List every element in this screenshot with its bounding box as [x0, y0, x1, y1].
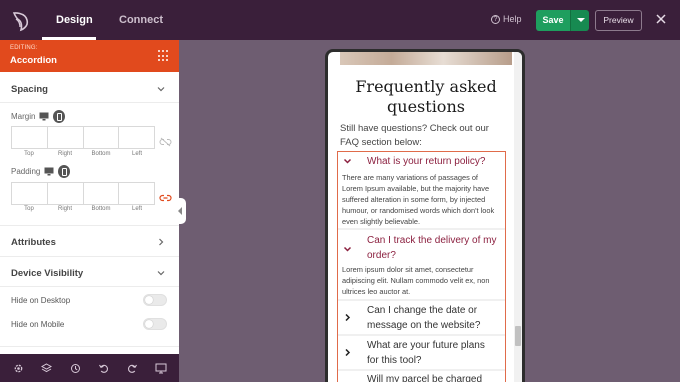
divider — [0, 286, 179, 287]
padding-left-input[interactable] — [119, 183, 154, 204]
divider — [0, 346, 179, 347]
editing-header: EDITING: Accordion — [0, 40, 179, 72]
chevron-down-icon[interactable] — [343, 158, 352, 165]
hide-mobile-toggle[interactable] — [143, 318, 167, 330]
chevron-down-icon[interactable] — [156, 268, 166, 278]
side-label-right: Right — [57, 151, 72, 157]
help-link[interactable]: ? Help — [491, 14, 522, 24]
preview-scrollbar[interactable] — [514, 52, 522, 382]
desktop-icon[interactable] — [44, 167, 54, 176]
desktop-preview-icon[interactable] — [155, 362, 167, 374]
hide-desktop-toggle[interactable] — [143, 294, 167, 306]
faq-question[interactable]: Will my parcel be charged — [367, 372, 503, 382]
side-label-top: Top — [24, 151, 34, 157]
margin-bottom-input[interactable] — [84, 127, 120, 148]
save-options-dropdown[interactable] — [570, 10, 589, 31]
top-bar: Design Connect ? Help Save Preview — [0, 0, 680, 40]
settings-icon[interactable] — [12, 362, 24, 374]
layers-icon[interactable] — [41, 362, 53, 374]
faq-question[interactable]: What is your return policy? — [367, 154, 497, 169]
settings-panel: EDITING: Accordion Spacing Margin Top Ri… — [0, 40, 179, 354]
hero-image — [340, 52, 512, 65]
bottom-toolbar — [0, 354, 179, 382]
close-icon[interactable] — [654, 12, 668, 26]
scrollbar-thumb[interactable] — [515, 326, 521, 346]
preview-button[interactable]: Preview — [595, 10, 642, 31]
attributes-section-title[interactable]: Attributes — [11, 237, 56, 248]
mobile-preview-frame: Frequently asked questions Still have qu… — [325, 49, 525, 382]
side-label-left: Left — [131, 151, 142, 157]
editing-label: EDITING: — [10, 45, 38, 51]
faq-question[interactable]: Can I track the delivery of my order? — [367, 233, 499, 263]
divider — [0, 102, 179, 103]
spacing-section-title[interactable]: Spacing — [11, 84, 48, 95]
margin-label: Margin — [11, 112, 36, 121]
margin-left-input[interactable] — [119, 127, 154, 148]
margin-right-input[interactable] — [48, 127, 84, 148]
chevron-down-icon[interactable] — [156, 84, 166, 94]
hide-desktop-label: Hide on Desktop — [11, 296, 71, 305]
faq-answer: There are many variations of passages of… — [342, 173, 495, 226]
faq-answer: Lorem ipsum dolor sit amet, consectetur … — [342, 265, 490, 296]
help-label: Help — [503, 14, 522, 24]
padding-bottom-input[interactable] — [84, 183, 120, 204]
padding-side-labels: Top Right Bottom Left — [11, 206, 155, 212]
help-icon: ? — [491, 14, 500, 24]
faq-question[interactable]: Can I change the date or message on the … — [367, 303, 497, 333]
divider — [0, 225, 179, 226]
chevron-down-icon[interactable] — [343, 246, 352, 253]
accordion-separator — [338, 369, 505, 371]
editing-block-title: Accordion — [10, 55, 57, 66]
faq-subtitle: Still have questions? Check out our FAQ … — [340, 123, 489, 148]
padding-row: Padding — [11, 165, 71, 178]
save-button[interactable]: Save — [536, 10, 570, 31]
margin-side-labels: Top Right Bottom Left — [11, 151, 155, 157]
unlink-icon[interactable] — [159, 137, 172, 147]
divider — [0, 256, 179, 257]
accordion-block[interactable]: What is your return policy? There are ma… — [337, 151, 506, 382]
seedprod-logo-icon[interactable] — [8, 8, 34, 34]
undo-icon[interactable] — [98, 362, 110, 374]
chevron-right-icon[interactable] — [156, 237, 166, 247]
faq-title: Frequently asked questions — [355, 77, 497, 116]
accordion-separator — [338, 334, 505, 336]
mobile-device-toggle-icon[interactable] — [58, 165, 71, 178]
faq-question[interactable]: What are your future plans for this tool… — [367, 338, 497, 368]
hide-mobile-label: Hide on Mobile — [11, 320, 65, 329]
chevron-right-icon[interactable] — [343, 349, 352, 356]
link-icon[interactable] — [159, 193, 172, 203]
desktop-icon[interactable] — [39, 112, 49, 121]
margin-top-input[interactable] — [12, 127, 48, 148]
tab-design[interactable]: Design — [56, 0, 93, 40]
tab-connect[interactable]: Connect — [119, 0, 163, 40]
padding-top-input[interactable] — [12, 183, 48, 204]
side-label-bottom: Bottom — [91, 151, 111, 157]
padding-label: Padding — [11, 167, 41, 176]
accordion-separator — [338, 228, 505, 230]
accordion-separator — [338, 299, 505, 301]
side-label-right: Right — [57, 206, 72, 212]
collapse-panel-button[interactable] — [176, 198, 186, 224]
padding-right-input[interactable] — [48, 183, 84, 204]
drag-handle-icon[interactable] — [158, 50, 170, 62]
history-icon[interactable] — [69, 362, 81, 374]
margin-inputs — [11, 126, 155, 149]
side-label-top: Top — [24, 206, 34, 212]
chevron-right-icon[interactable] — [343, 314, 352, 321]
side-label-left: Left — [131, 206, 142, 212]
mobile-device-toggle-icon[interactable] — [53, 110, 66, 123]
device-visibility-section-title[interactable]: Device Visibility — [11, 268, 83, 279]
padding-inputs — [11, 182, 155, 205]
margin-row: Margin — [11, 110, 66, 123]
side-label-bottom: Bottom — [91, 206, 111, 212]
redo-icon[interactable] — [126, 362, 138, 374]
